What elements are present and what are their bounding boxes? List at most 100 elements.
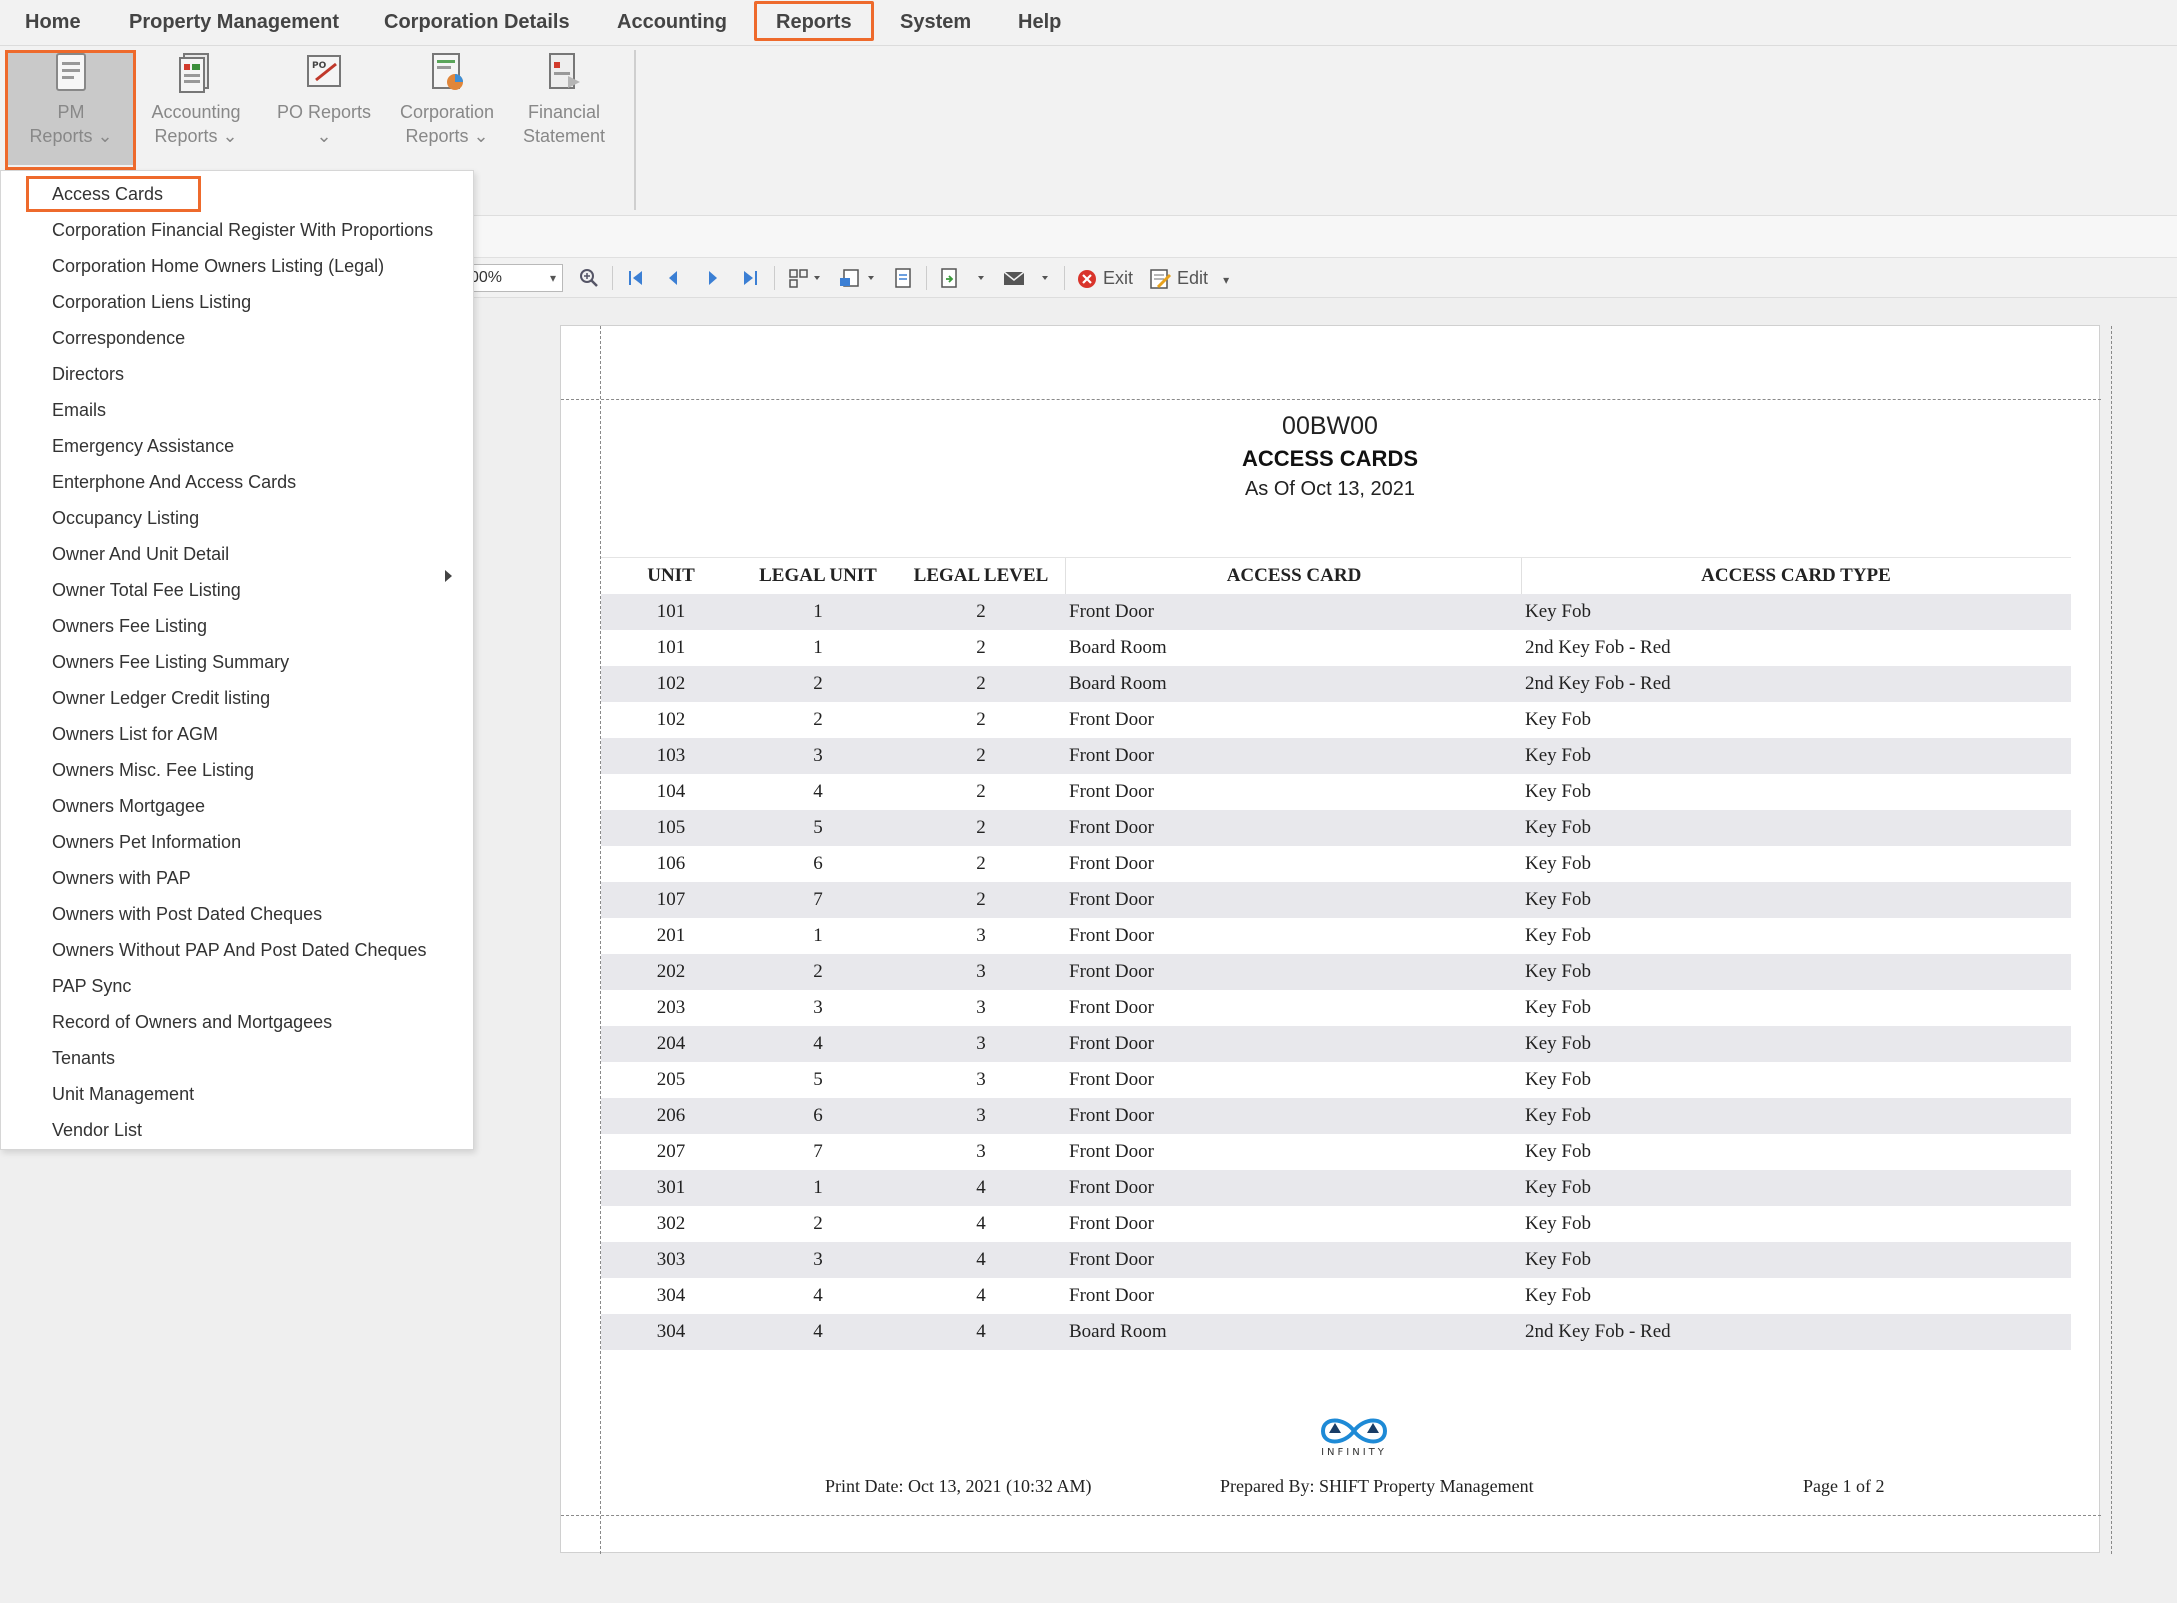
report-as-of: As Of Oct 13, 2021 [1244, 478, 1416, 500]
column-header-access-card: ACCESS CARD [1226, 565, 1362, 586]
menu-item-corporation-financial-register-with-proportions[interactable]: Corporation Financial Register With Prop… [52, 215, 433, 245]
menu-item-owners-fee-listing[interactable]: Owners Fee Listing [52, 611, 207, 641]
chevron-down-icon: ▾ [1223, 273, 1230, 287]
cell-access-card-type: Key Fob [1525, 817, 1591, 838]
menu-item-owners-pet-information[interactable]: Owners Pet Information [52, 827, 241, 857]
zoom-value: 00% [470, 269, 503, 286]
cell-legal-unit: 2 [813, 961, 823, 982]
zoom-in-icon[interactable] [578, 266, 600, 290]
menu-item-owners-mortgagee[interactable]: Owners Mortgagee [52, 791, 205, 821]
menu-system[interactable]: System [900, 0, 971, 44]
menu-item-vendor-list[interactable]: Vendor List [52, 1115, 142, 1145]
menu-property-management[interactable]: Property Management [129, 0, 339, 44]
cell-access-card-type: Key Fob [1525, 781, 1591, 802]
page-color-icon[interactable] [838, 266, 878, 290]
edit-button[interactable]: Edit ▾ [1148, 266, 1229, 290]
menu-item-owner-total-fee-listing[interactable]: Owner Total Fee Listing [52, 575, 241, 605]
menu-item-tenants[interactable]: Tenants [52, 1043, 115, 1073]
corporation-reports-button[interactable]: Corporation Reports ⌄ [392, 50, 502, 165]
report-page: 00BW00 ACCESS CARDS As Of Oct 13, 2021 U… [560, 325, 2112, 1554]
menu-item-emergency-assistance[interactable]: Emergency Assistance [52, 431, 234, 461]
cell-legal-level: 3 [976, 1105, 986, 1126]
menu-accounting[interactable]: Accounting [617, 0, 727, 44]
menu-item-unit-management[interactable]: Unit Management [52, 1079, 194, 1109]
bottom-margin-guide [561, 1515, 2101, 1516]
reports-menu-highlight [754, 1, 874, 41]
cell-legal-level: 2 [976, 709, 986, 730]
menu-item-emails[interactable]: Emails [52, 395, 106, 425]
cell-legal-level: 4 [976, 1285, 986, 1306]
menu-item-owner-and-unit-detail[interactable]: Owner And Unit Detail [52, 539, 229, 569]
last-page-icon[interactable] [740, 266, 760, 290]
menu-item-corporation-home-owners-listing-legal[interactable]: Corporation Home Owners Listing (Legal) [52, 251, 384, 281]
cell-access-card-type: Key Fob [1525, 1285, 1591, 1306]
edit-label: Edit [1177, 268, 1209, 288]
po-reports-line1: PO Reports [276, 102, 372, 122]
cell-access-card-type: Key Fob [1525, 961, 1591, 982]
exit-button[interactable]: Exit [1076, 266, 1133, 290]
menu-item-owners-with-pap[interactable]: Owners with PAP [52, 863, 191, 893]
cell-access-card: Front Door [1069, 817, 1154, 838]
cell-access-card: Front Door [1069, 1069, 1154, 1090]
menu-item-corporation-liens-listing[interactable]: Corporation Liens Listing [52, 287, 251, 317]
cell-access-card-type: Key Fob [1525, 1033, 1591, 1054]
cell-unit: 106 [656, 853, 686, 874]
cell-access-card-type: Key Fob [1525, 1105, 1591, 1126]
cell-legal-level: 2 [976, 673, 986, 694]
menu-item-enterphone-and-access-cards[interactable]: Enterphone And Access Cards [52, 467, 296, 497]
financial-statement-button[interactable]: Financial Statement [514, 50, 614, 165]
menu-help[interactable]: Help [1018, 0, 1061, 44]
cell-legal-unit: 2 [813, 1213, 823, 1234]
menu-item-owners-list-for-agm[interactable]: Owners List for AGM [52, 719, 218, 749]
cell-legal-level: 2 [976, 745, 986, 766]
menu-home[interactable]: Home [25, 0, 81, 44]
cell-access-card-type: Key Fob [1525, 745, 1591, 766]
menu-item-owners-fee-listing-summary[interactable]: Owners Fee Listing Summary [52, 647, 289, 677]
cell-legal-level: 4 [976, 1177, 986, 1198]
email-icon[interactable] [1000, 266, 1056, 290]
table-row: 103 3 2 Front Door Key Fob [601, 738, 2071, 774]
menu-item-occupancy-listing[interactable]: Occupancy Listing [52, 503, 199, 533]
cell-unit: 101 [656, 601, 686, 622]
cell-access-card: Front Door [1069, 997, 1154, 1018]
column-header-access-card-type: ACCESS CARD TYPE [1701, 565, 1891, 586]
export-icon[interactable] [938, 266, 988, 290]
accounting-reports-line1: Accounting [151, 102, 241, 122]
cell-legal-unit: 5 [813, 817, 823, 838]
menu-item-owners-misc-fee-listing[interactable]: Owners Misc. Fee Listing [52, 755, 254, 785]
table-row: 304 4 4 Board Room 2nd Key Fob - Red [601, 1314, 2071, 1350]
menu-corporation-details[interactable]: Corporation Details [384, 0, 570, 44]
cell-unit: 301 [656, 1177, 686, 1198]
logo-text: INFINITY [1321, 1447, 1387, 1458]
cell-legal-unit: 4 [813, 1033, 823, 1054]
cell-access-card: Front Door [1069, 1285, 1154, 1306]
previous-page-icon[interactable] [664, 266, 682, 290]
cell-access-card-type: Key Fob [1525, 1141, 1591, 1162]
first-page-icon[interactable] [626, 266, 646, 290]
cell-access-card-type: Key Fob [1525, 1249, 1591, 1270]
cell-legal-level: 3 [976, 997, 986, 1018]
table-row: 104 4 2 Front Door Key Fob [601, 774, 2071, 810]
cell-unit: 204 [656, 1033, 686, 1054]
menu-item-record-of-owners-and-mortgagees[interactable]: Record of Owners and Mortgagees [52, 1007, 332, 1037]
watermark-icon[interactable] [892, 266, 914, 290]
cell-legal-unit: 7 [813, 1141, 823, 1162]
menu-item-correspondence[interactable]: Correspondence [52, 323, 185, 353]
menu-item-owners-without-pap-and-post-dated-cheques[interactable]: Owners Without PAP And Post Dated Cheque… [52, 935, 427, 965]
menu-item-owners-with-post-dated-cheques[interactable]: Owners with Post Dated Cheques [52, 899, 322, 929]
accounting-reports-button[interactable]: Accounting Reports ⌄ [144, 50, 248, 165]
cell-legal-level: 2 [976, 889, 986, 910]
next-page-icon[interactable] [704, 266, 722, 290]
cell-unit: 207 [656, 1141, 686, 1162]
menu-item-owner-ledger-credit-listing[interactable]: Owner Ledger Credit listing [52, 683, 270, 713]
cell-unit: 103 [656, 745, 686, 766]
infinity-logo: INFINITY [1320, 1418, 1388, 1458]
po-reports-button[interactable]: PO PO Reports ⌄ [272, 50, 376, 165]
close-icon [1078, 270, 1096, 289]
cell-access-card-type: Key Fob [1525, 709, 1591, 730]
menu-item-directors[interactable]: Directors [52, 359, 124, 389]
toolbar-separator [1064, 266, 1065, 290]
multiple-pages-icon[interactable] [788, 266, 824, 290]
accounting-reports-icon [179, 53, 209, 93]
menu-item-pap-sync[interactable]: PAP Sync [52, 971, 131, 1001]
